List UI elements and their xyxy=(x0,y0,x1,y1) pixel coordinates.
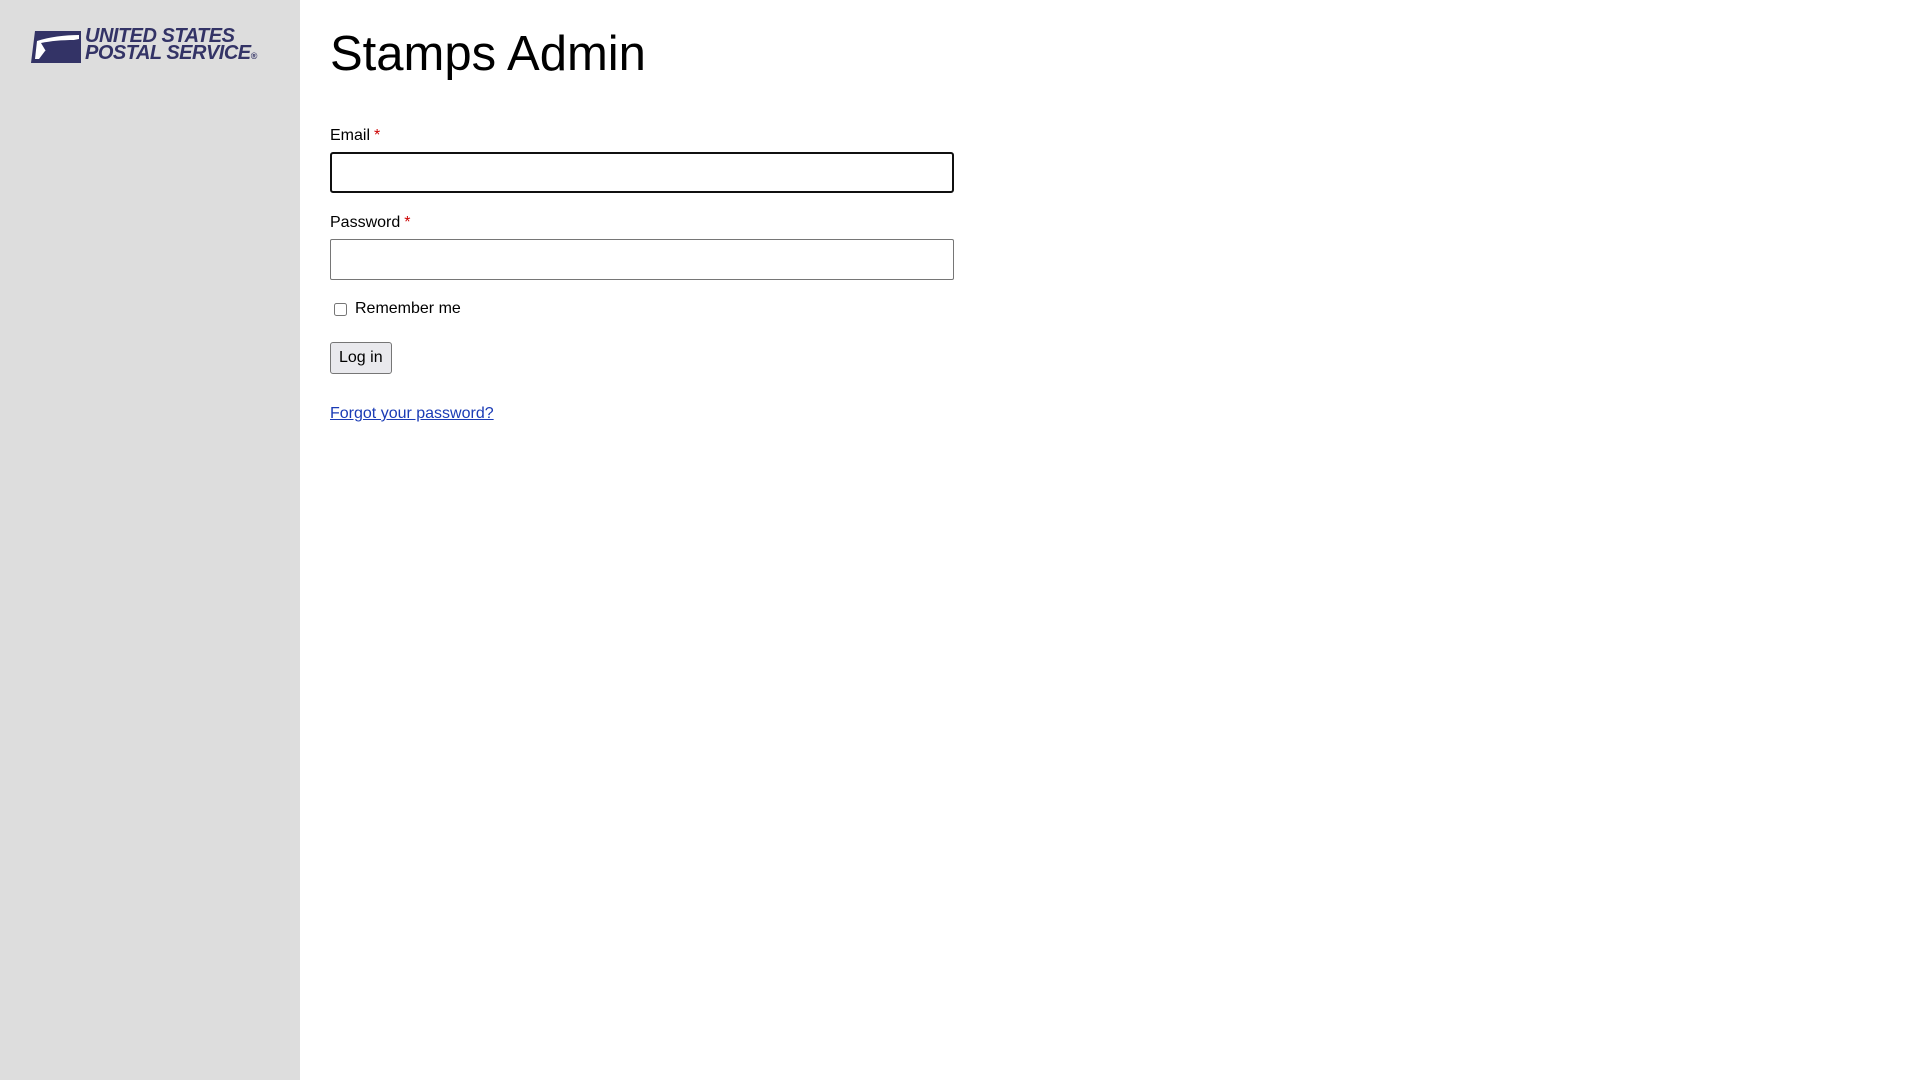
remember-checkbox[interactable] xyxy=(334,302,347,316)
email-label: Email * xyxy=(330,127,381,144)
page: UNITED STATES POSTAL SERVICE® Stamps Adm… xyxy=(0,0,1920,1080)
password-label: Password * xyxy=(330,214,411,231)
eagle-icon xyxy=(31,30,81,63)
page-title: Stamps Admin xyxy=(330,27,646,81)
required-marker: * xyxy=(404,214,411,231)
password-field[interactable] xyxy=(330,239,954,280)
logo-wordmark: UNITED STATES POSTAL SERVICE® xyxy=(85,25,257,64)
main-content: Stamps Admin Email * Password * Remember m… xyxy=(300,0,1920,1080)
login-button[interactable]: Log in xyxy=(330,342,392,374)
sidebar: UNITED STATES POSTAL SERVICE® xyxy=(0,0,300,1080)
remember-label: Remember me xyxy=(355,300,461,317)
email-field[interactable] xyxy=(330,152,954,193)
remember-me[interactable]: Remember me xyxy=(330,300,461,318)
forgot-password-link[interactable]: Forgot your password? xyxy=(330,405,494,423)
required-marker: * xyxy=(374,127,381,144)
usps-logo[interactable]: UNITED STATES POSTAL SERVICE® xyxy=(31,25,257,65)
